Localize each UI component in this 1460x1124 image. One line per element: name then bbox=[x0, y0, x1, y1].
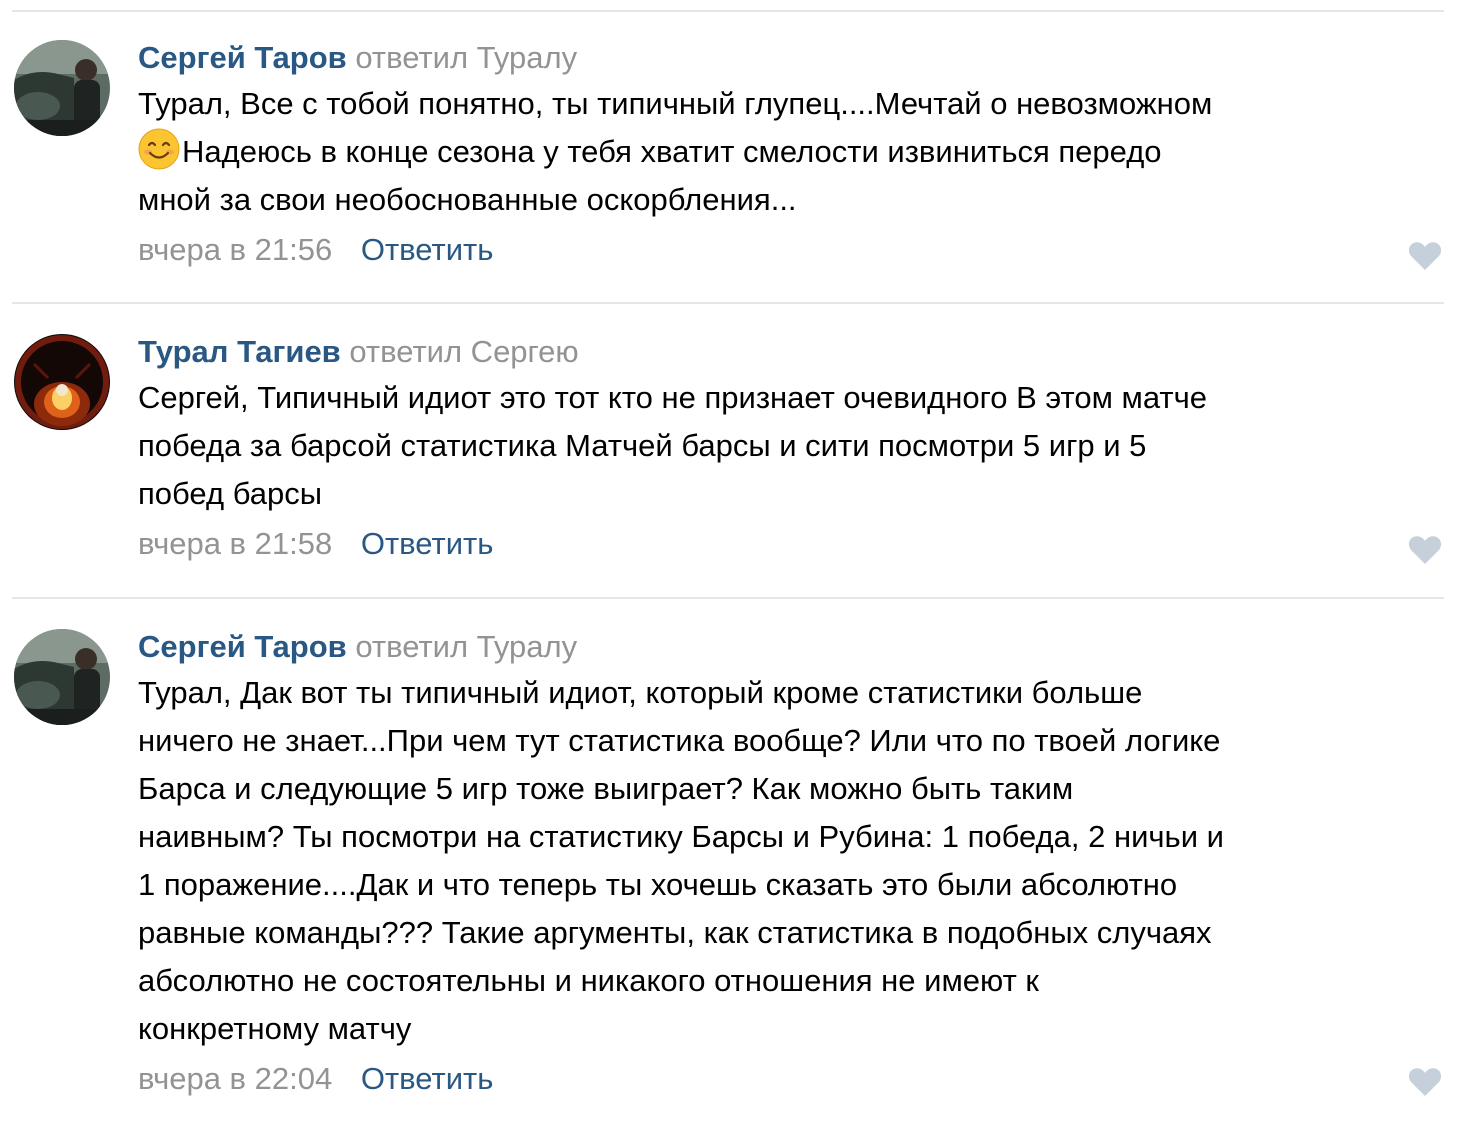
comment-text: Турал, Дак вот ты типичный идиот, которы… bbox=[138, 669, 1434, 1053]
comment-text-line: победа за барсой статистика Матчей барсы… bbox=[138, 428, 1147, 463]
comment-text-line: Турал, Все с тобой понятно, ты типичный … bbox=[138, 86, 1213, 121]
comment-text-line: Сергей, Типичный идиот это тот кто не пр… bbox=[138, 380, 1208, 415]
comment-text-segment: Надеюсь в конце сезона у тебя хватит сме… bbox=[182, 134, 1162, 169]
comment-text-line: наивным? Ты посмотри на статистику Барсы… bbox=[138, 819, 1224, 854]
comment-text: Сергей, Типичный идиот это тот кто не пр… bbox=[138, 374, 1434, 518]
like-heart-icon[interactable] bbox=[1408, 1067, 1442, 1097]
comment-text-line: конкретному матчу bbox=[138, 1011, 412, 1046]
comment-text-line: равные команды??? Такие аргументы, как с… bbox=[138, 915, 1212, 950]
avatar-photo-car bbox=[14, 40, 110, 136]
replied-to[interactable]: ответил Туралу bbox=[355, 40, 577, 75]
comment-text-line: 1 поражение....Дак и что теперь ты хочеш… bbox=[138, 867, 1178, 902]
replied-to[interactable]: ответил Туралу bbox=[355, 629, 577, 664]
avatar[interactable] bbox=[14, 629, 110, 725]
comment-text-line: побед барсы bbox=[138, 476, 323, 511]
comment-text-line-with-emoji: Надеюсь в конце сезона у тебя хватит сме… bbox=[138, 128, 1434, 176]
comment-header: Турал Тагиев ответил Сергею bbox=[138, 332, 1434, 372]
comment-time[interactable]: вчера в 21:56 bbox=[138, 232, 332, 267]
top-divider bbox=[12, 10, 1444, 12]
comment-text-line: Барса и следующие 5 игр тоже выиграет? К… bbox=[138, 771, 1074, 806]
author-link[interactable]: Сергей Таров bbox=[138, 629, 347, 664]
avatar[interactable] bbox=[14, 334, 110, 430]
reply-button[interactable]: Ответить bbox=[361, 232, 494, 267]
avatar[interactable] bbox=[14, 40, 110, 136]
comment-body: Турал Тагиев ответил Сергею Сергей, Типи… bbox=[138, 332, 1434, 566]
like-heart-icon[interactable] bbox=[1408, 535, 1442, 565]
comment-text-line: абсолютно не состоятельны и никакого отн… bbox=[138, 963, 1039, 998]
comment-header: Сергей Таров ответил Туралу bbox=[138, 627, 1434, 667]
like-heart-icon[interactable] bbox=[1408, 241, 1442, 271]
comment-time[interactable]: вчера в 22:04 bbox=[138, 1061, 332, 1096]
comment-text: Турал, Все с тобой понятно, ты типичный … bbox=[138, 80, 1434, 224]
comment-meta: вчера в 21:56 Ответить bbox=[138, 228, 1434, 272]
replied-to[interactable]: ответил Сергею bbox=[349, 334, 578, 369]
comment-meta: вчера в 21:58 Ответить bbox=[138, 522, 1434, 566]
reply-button[interactable]: Ответить bbox=[361, 526, 494, 561]
avatar-photo-fire bbox=[14, 334, 110, 430]
smiling-face-emoji-icon bbox=[138, 128, 180, 170]
comment-meta: вчера в 22:04 Ответить bbox=[138, 1057, 1434, 1101]
comment-body: Сергей Таров ответил Туралу Турал, Дак в… bbox=[138, 627, 1434, 1101]
comment-text-line: Турал, Дак вот ты типичный идиот, которы… bbox=[138, 675, 1143, 710]
comment-divider bbox=[12, 597, 1444, 599]
comment-divider bbox=[12, 302, 1444, 304]
comment-text-line: ничего не знает...При чем тут статистика… bbox=[138, 723, 1221, 758]
author-link[interactable]: Сергей Таров bbox=[138, 40, 347, 75]
reply-button[interactable]: Ответить bbox=[361, 1061, 494, 1096]
author-link[interactable]: Турал Тагиев bbox=[138, 334, 341, 369]
comment-text-line: мной за свои необоснованные оскорбления.… bbox=[138, 182, 797, 217]
comment-time[interactable]: вчера в 21:58 bbox=[138, 526, 332, 561]
avatar-photo-car bbox=[14, 629, 110, 725]
comment-body: Сергей Таров ответил Туралу Турал, Все с… bbox=[138, 38, 1434, 272]
comment-header: Сергей Таров ответил Туралу bbox=[138, 38, 1434, 78]
